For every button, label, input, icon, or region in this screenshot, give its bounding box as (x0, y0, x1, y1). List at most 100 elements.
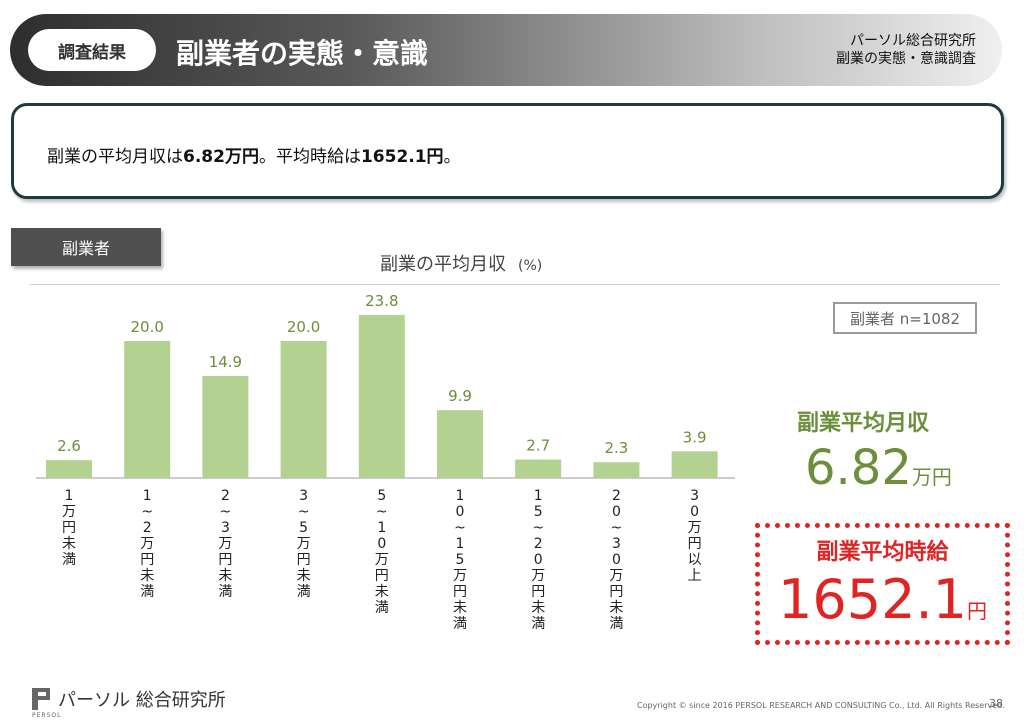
svg-text:0: 0 (456, 504, 465, 520)
svg-text:3: 3 (612, 536, 621, 552)
svg-text:万: 万 (297, 536, 311, 552)
logo-subtext: PERSOL (32, 712, 62, 719)
bar-value-label: 23.8 (365, 292, 398, 310)
bar (437, 410, 483, 478)
svg-text:万: 万 (140, 536, 154, 552)
bar (515, 459, 562, 478)
svg-text:~: ~ (532, 520, 544, 536)
avg-hourly-value: 1652.1円 (760, 568, 1005, 631)
svg-text:未: 未 (297, 568, 311, 584)
svg-text:円: 円 (297, 552, 311, 568)
bar-value-label: 2.7 (526, 437, 550, 455)
svg-text:万: 万 (218, 536, 232, 552)
svg-text:1: 1 (534, 488, 543, 504)
category-label: 1~2万円未満 (140, 488, 154, 600)
avg-hourly-unit: 円 (966, 599, 987, 623)
svg-text:満: 満 (140, 584, 154, 600)
svg-text:~: ~ (454, 520, 466, 536)
bar-chart: 2.61万円未満20.01~2万円未満14.92~3万円未満20.03~5万円未… (36, 292, 735, 632)
svg-text:未: 未 (140, 568, 154, 584)
svg-text:1: 1 (456, 488, 465, 504)
bar (46, 460, 92, 478)
bar (280, 341, 327, 478)
svg-text:万: 万 (688, 520, 702, 536)
bar (358, 314, 405, 478)
copyright: Copyright © since 2016 PERSOL RESEARCH A… (637, 701, 1005, 710)
avg-hourly-box: 副業平均時給 1652.1円 (755, 523, 1010, 645)
svg-text:万: 万 (62, 504, 76, 520)
svg-text:5: 5 (299, 520, 308, 536)
category-label: 10~15万円未満 (453, 488, 467, 632)
category-label: 30万円以上 (688, 488, 702, 584)
svg-text:5: 5 (377, 488, 386, 504)
svg-text:円: 円 (531, 584, 545, 600)
avg-hourly-number: 1652.1 (778, 568, 967, 631)
svg-text:5: 5 (534, 504, 543, 520)
svg-text:~: ~ (611, 520, 623, 536)
svg-text:~: ~ (220, 504, 232, 520)
svg-text:未: 未 (375, 584, 389, 600)
page-number: 38 (989, 697, 1003, 710)
svg-text:満: 満 (453, 616, 467, 632)
svg-text:未: 未 (62, 536, 76, 552)
svg-text:~: ~ (298, 504, 310, 520)
svg-text:2: 2 (143, 520, 152, 536)
source-survey: 副業の実態・意識調査 (836, 51, 976, 67)
source-org: パーソル総合研究所 (850, 33, 976, 49)
svg-text:~: ~ (376, 504, 388, 520)
svg-text:3: 3 (690, 488, 699, 504)
bar-value-label: 9.9 (448, 387, 472, 405)
bar (202, 375, 249, 478)
avg-monthly-value: 6.82万円 (805, 440, 952, 496)
svg-text:万: 万 (453, 568, 467, 584)
source-info: パーソル総合研究所 副業の実態・意識調査 (836, 32, 976, 68)
category-label: 1万円未満 (62, 488, 76, 568)
svg-text:5: 5 (456, 552, 465, 568)
svg-text:円: 円 (609, 584, 623, 600)
svg-text:満: 満 (609, 616, 623, 632)
svg-text:未: 未 (531, 600, 545, 616)
svg-text:円: 円 (218, 552, 232, 568)
svg-text:以: 以 (688, 552, 702, 568)
svg-text:1: 1 (377, 520, 386, 536)
avg-monthly-number: 6.82 (805, 440, 912, 496)
svg-text:未: 未 (453, 600, 467, 616)
svg-text:3: 3 (299, 488, 308, 504)
svg-text:0: 0 (690, 504, 699, 520)
svg-text:1: 1 (456, 536, 465, 552)
svg-text:円: 円 (140, 552, 154, 568)
svg-text:満: 満 (375, 600, 389, 616)
footer-logo: パーソル 総合研究所 (32, 686, 226, 712)
avg-monthly-label: 副業平均月収 (797, 411, 930, 436)
svg-text:2: 2 (612, 488, 621, 504)
svg-text:0: 0 (534, 552, 543, 568)
svg-text:満: 満 (218, 584, 232, 600)
svg-text:0: 0 (612, 552, 621, 568)
svg-text:円: 円 (375, 568, 389, 584)
bar-value-label: 3.9 (683, 428, 707, 446)
avg-hourly-label: 副業平均時給 (816, 540, 949, 565)
category-label: 15~20万円未満 (531, 488, 545, 632)
svg-text:未: 未 (218, 568, 232, 584)
bar-value-label: 14.9 (209, 353, 242, 371)
sample-size-box: 副業者 n=1082 (833, 302, 977, 334)
category-label: 3~5万円未満 (297, 488, 311, 600)
logo-text: パーソル 総合研究所 (58, 690, 226, 711)
category-label: 5~10万円未満 (375, 488, 389, 616)
bar-value-label: 20.0 (287, 318, 320, 336)
svg-text:未: 未 (609, 600, 623, 616)
bar-value-label: 20.0 (130, 318, 163, 336)
svg-text:万: 万 (531, 568, 545, 584)
category-label: 2~3万円未満 (218, 488, 232, 600)
svg-text:1: 1 (65, 488, 74, 504)
svg-text:1: 1 (143, 488, 152, 504)
bar (593, 462, 640, 478)
svg-text:2: 2 (221, 488, 230, 504)
svg-text:満: 満 (297, 584, 311, 600)
svg-text:円: 円 (62, 520, 76, 536)
avg-monthly-unit: 万円 (911, 465, 952, 489)
category-label: 20~30万円未満 (609, 488, 623, 632)
svg-text:0: 0 (612, 504, 621, 520)
bar (671, 451, 718, 478)
svg-text:3: 3 (221, 520, 230, 536)
